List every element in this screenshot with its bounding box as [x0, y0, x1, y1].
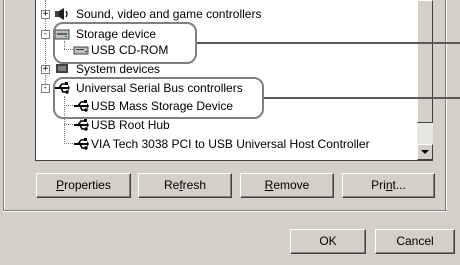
vertical-scrollbar[interactable] — [417, 0, 433, 160]
panel-bottom-edge — [3, 210, 447, 212]
callout-usb-controllers — [53, 77, 264, 119]
usb-icon — [73, 137, 89, 151]
button-label: roperties — [64, 178, 111, 192]
scroll-down-arrow-icon[interactable] — [417, 144, 433, 160]
collapse-icon[interactable]: - — [41, 84, 50, 93]
collapse-icon[interactable]: - — [41, 30, 50, 39]
button-label: emove — [273, 178, 310, 192]
remove-button[interactable]: Remove — [240, 173, 334, 198]
tree-item-via-host-controller[interactable]: VIA Tech 3038 PCI to USB Universal Host … — [36, 136, 416, 152]
panel-left-edge — [3, 0, 5, 212]
access-key: P — [56, 178, 65, 192]
tree-item-usb-root-hub[interactable]: USB Root Hub — [36, 117, 416, 133]
button-label: Pri — [371, 178, 386, 192]
tree-item-label: USB Root Hub — [91, 118, 170, 132]
usb-icon — [73, 118, 89, 132]
expand-icon[interactable]: + — [41, 10, 50, 19]
access-key: n — [385, 178, 393, 192]
callout-storage-device — [53, 22, 197, 64]
tree-item-sound[interactable]: + Sound, video and game controllers — [36, 6, 416, 22]
button-label: t... — [392, 178, 406, 192]
access-key: R — [264, 178, 274, 192]
button-label: Re — [163, 178, 180, 192]
scrollbar-thumb[interactable] — [417, 0, 433, 123]
callout-leader-line — [264, 97, 460, 99]
tree-item-label: Sound, video and game controllers — [76, 7, 262, 21]
system-devices-icon — [54, 62, 70, 76]
refresh-button[interactable]: Refresh — [138, 173, 232, 198]
properties-button[interactable]: Properties — [36, 173, 131, 198]
button-label: resh — [182, 178, 207, 192]
print-button[interactable]: Print... — [342, 173, 435, 198]
ok-button[interactable]: OK — [290, 229, 366, 254]
expand-icon[interactable]: + — [41, 65, 50, 74]
tree-item-label: VIA Tech 3038 PCI to USB Universal Host … — [91, 137, 370, 151]
speaker-icon — [54, 7, 70, 21]
cancel-button[interactable]: Cancel — [375, 229, 455, 254]
callout-leader-line — [197, 42, 460, 44]
panel-right-edge — [445, 0, 447, 212]
